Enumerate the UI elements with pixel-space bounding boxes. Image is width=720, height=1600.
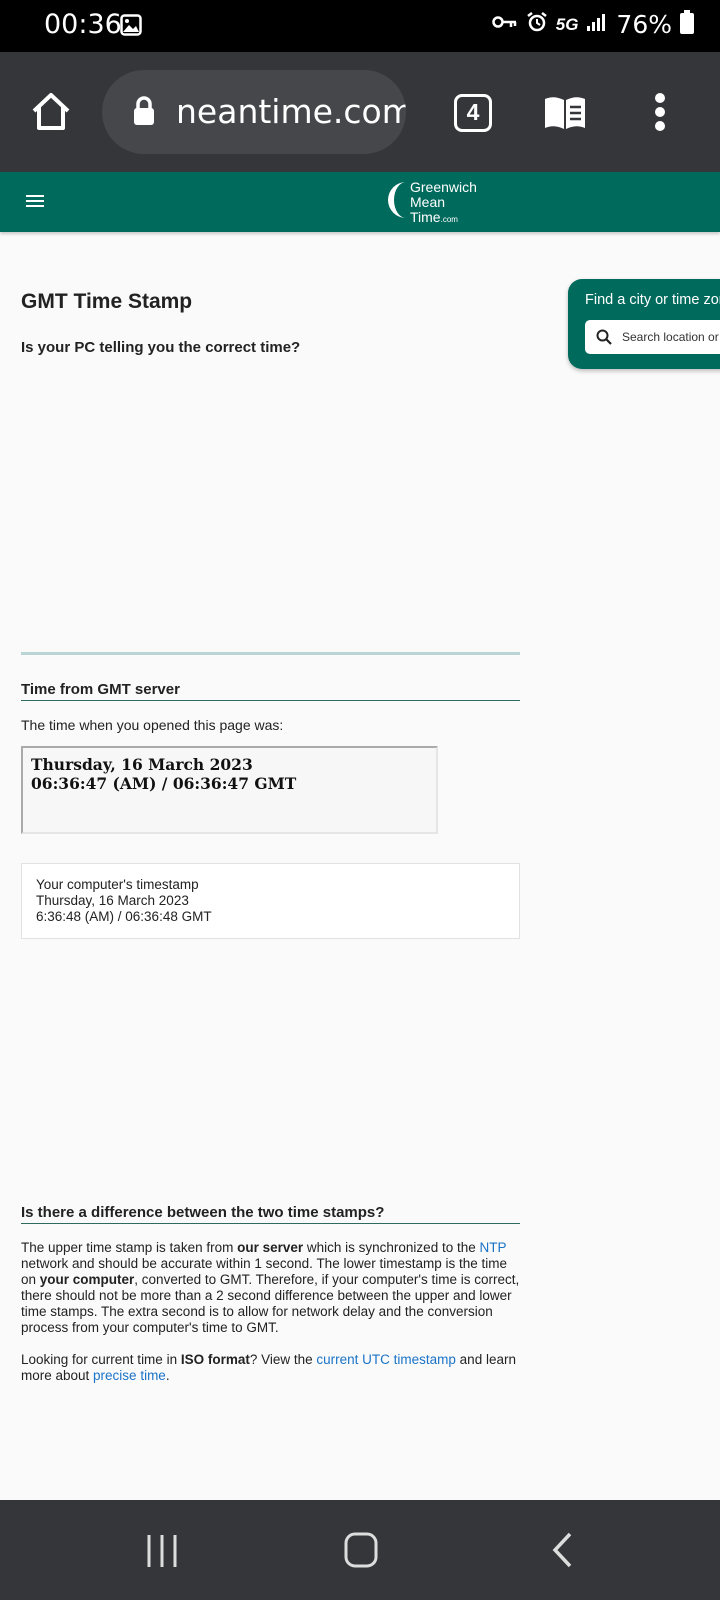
server-date: Thursday, 16 March 2023	[31, 755, 253, 774]
difference-heading: Is there a difference between the two ti…	[21, 1204, 520, 1224]
local-date: Thursday, 16 March 2023	[36, 893, 189, 908]
page-title: GMT Time Stamp	[21, 290, 193, 313]
hamburger-menu-icon[interactable]	[26, 194, 44, 213]
iso-format-paragraph: Looking for current time in ISO format? …	[21, 1352, 516, 1383]
home-icon[interactable]	[30, 90, 72, 137]
location-search-input[interactable]: Search location or	[585, 320, 720, 354]
status-bar: 00:36 5G 76%	[0, 0, 720, 52]
signal-icon	[586, 12, 608, 37]
server-time-box: Thursday, 16 March 2023 06:36:47 (AM) / …	[21, 746, 438, 834]
section-divider	[21, 652, 520, 655]
reader-mode-icon[interactable]	[542, 94, 588, 137]
site-logo[interactable]: Greenwich Mean Time.com	[388, 178, 498, 226]
explanation-paragraph: The upper time stamp is taken from our s…	[21, 1240, 520, 1335]
lock-icon	[132, 96, 156, 131]
back-nav-icon[interactable]	[552, 1532, 574, 1573]
recent-apps-icon[interactable]	[146, 1534, 178, 1573]
intro-question: Is your PC telling you the correct time?	[21, 339, 301, 356]
battery-icon	[680, 10, 694, 39]
url-text: neantime.com	[176, 92, 406, 131]
local-time: 6:36:48 (AM) / 06:36:48 GMT	[36, 909, 212, 924]
battery-percent: 76%	[616, 10, 672, 39]
search-icon	[596, 329, 612, 348]
alarm-icon	[526, 11, 548, 38]
local-time-label: Your computer's timestamp	[36, 877, 199, 892]
gallery-notification-icon	[120, 14, 142, 41]
local-time-box: Your computer's timestamp Thursday, 16 M…	[21, 863, 520, 939]
precise-time-link[interactable]: precise time	[93, 1368, 166, 1383]
server-time: 06:36:47 (AM) / 06:36:47 GMT	[31, 774, 297, 793]
utc-timestamp-link[interactable]: current UTC timestamp	[316, 1352, 456, 1367]
opened-text: The time when you opened this page was:	[21, 717, 284, 733]
status-time: 00:36	[44, 9, 122, 40]
tab-switcher-button[interactable]: 4	[454, 94, 492, 132]
site-header: Greenwich Mean Time.com	[0, 172, 720, 232]
vpn-key-icon	[491, 14, 518, 35]
status-right-group: 5G 76%	[491, 10, 694, 39]
network-type: 5G	[555, 14, 579, 34]
ntp-link[interactable]: NTP	[479, 1240, 506, 1255]
logo-text: Greenwich Mean Time.com	[410, 179, 477, 225]
server-section-heading: Time from GMT server	[21, 681, 520, 701]
browser-toolbar: neantime.com 4	[0, 52, 720, 172]
address-bar[interactable]: neantime.com	[102, 70, 406, 154]
logo-mark-icon	[388, 180, 410, 225]
search-placeholder: Search location or	[622, 330, 719, 344]
widget-title: Find a city or time zone	[585, 292, 720, 308]
more-menu-icon[interactable]	[654, 92, 666, 137]
home-nav-icon[interactable]	[344, 1532, 378, 1573]
system-nav-bar	[0, 1500, 720, 1600]
city-search-widget: Find a city or time zone Search location…	[568, 279, 720, 369]
